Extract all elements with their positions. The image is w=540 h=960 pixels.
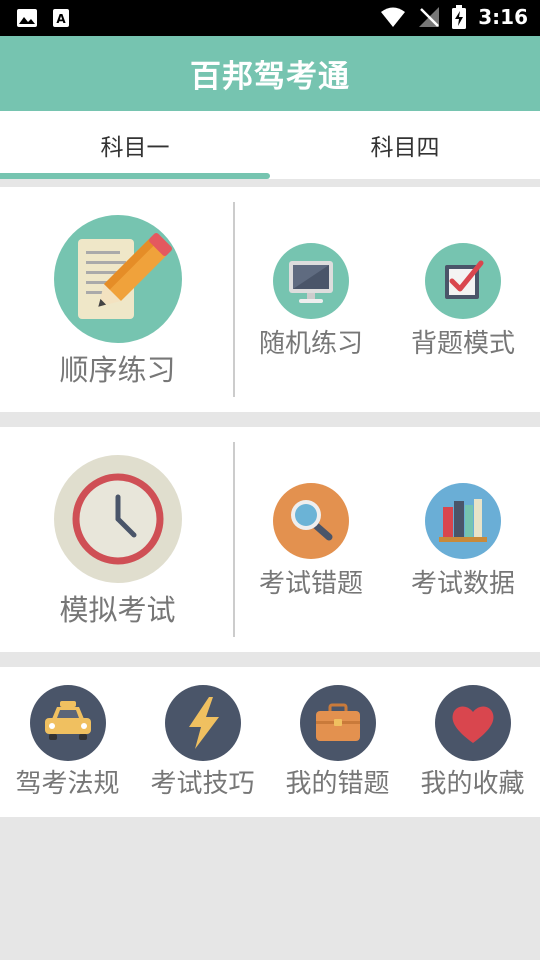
app-bar: 百邦驾考通: [0, 36, 540, 111]
practice-card: 顺序练习 随机练习 背题模式: [0, 187, 540, 412]
tab-label: 科目四: [370, 135, 440, 161]
vertical-divider: [233, 442, 235, 637]
tools-card: 驾考法规 考试技巧 我的错题 我的收藏: [0, 667, 540, 817]
car-icon: [29, 685, 106, 761]
feature-label: 考试技巧: [150, 769, 255, 799]
feature-label: 考试错题: [258, 569, 363, 599]
books-icon: [425, 483, 501, 559]
feature-label: 我的错题: [285, 769, 390, 799]
driving-regulations-button[interactable]: 驾考法规: [0, 685, 135, 800]
random-practice-button[interactable]: 随机练习: [246, 243, 376, 360]
my-favorites-button[interactable]: 我的收藏: [405, 685, 540, 800]
status-bar: A 3:16: [0, 0, 540, 36]
mock-exam-button[interactable]: 模拟考试: [40, 455, 195, 629]
image-notification-icon: [16, 8, 38, 28]
notepad-pencil-icon: [53, 215, 182, 343]
sequential-practice-button[interactable]: 顺序练习: [40, 215, 195, 389]
exam-tips-button[interactable]: 考试技巧: [135, 685, 270, 800]
tab-label: 科目一: [100, 135, 170, 161]
wifi-icon: [380, 6, 406, 28]
text-notification-icon: A: [52, 8, 70, 28]
tab-subject-one[interactable]: 科目一: [0, 111, 270, 179]
monitor-icon: [273, 243, 349, 319]
heart-icon: [434, 685, 511, 761]
vertical-divider: [233, 202, 235, 397]
battery-charging-icon: [452, 5, 467, 29]
feature-label: 顺序练习: [59, 353, 176, 387]
lightning-icon: [164, 685, 241, 761]
briefcase-icon: [299, 685, 376, 761]
feature-label: 背题模式: [410, 329, 515, 359]
exam-card: 模拟考试 考试错题 考试数据: [0, 427, 540, 652]
app-title: 百邦驾考通: [190, 59, 350, 95]
exam-mistakes-button[interactable]: 考试错题: [246, 483, 376, 600]
status-clock: 3:16: [478, 5, 528, 29]
no-signal-icon: [418, 6, 440, 28]
my-mistakes-button[interactable]: 我的错题: [270, 685, 405, 800]
feature-label: 考试数据: [410, 569, 515, 599]
memorize-mode-button[interactable]: 背题模式: [398, 243, 528, 360]
checkbox-icon: [425, 243, 501, 319]
clock-icon: [53, 455, 182, 583]
feature-label: 随机练习: [258, 329, 363, 359]
subject-tabs: 科目一 科目四: [0, 111, 540, 179]
svg-text:A: A: [56, 12, 66, 26]
exam-statistics-button[interactable]: 考试数据: [398, 483, 528, 600]
magnifier-icon: [273, 483, 349, 559]
feature-label: 我的收藏: [420, 769, 525, 799]
feature-label: 驾考法规: [15, 769, 120, 799]
feature-label: 模拟考试: [59, 593, 176, 627]
tab-subject-four[interactable]: 科目四: [270, 111, 540, 179]
